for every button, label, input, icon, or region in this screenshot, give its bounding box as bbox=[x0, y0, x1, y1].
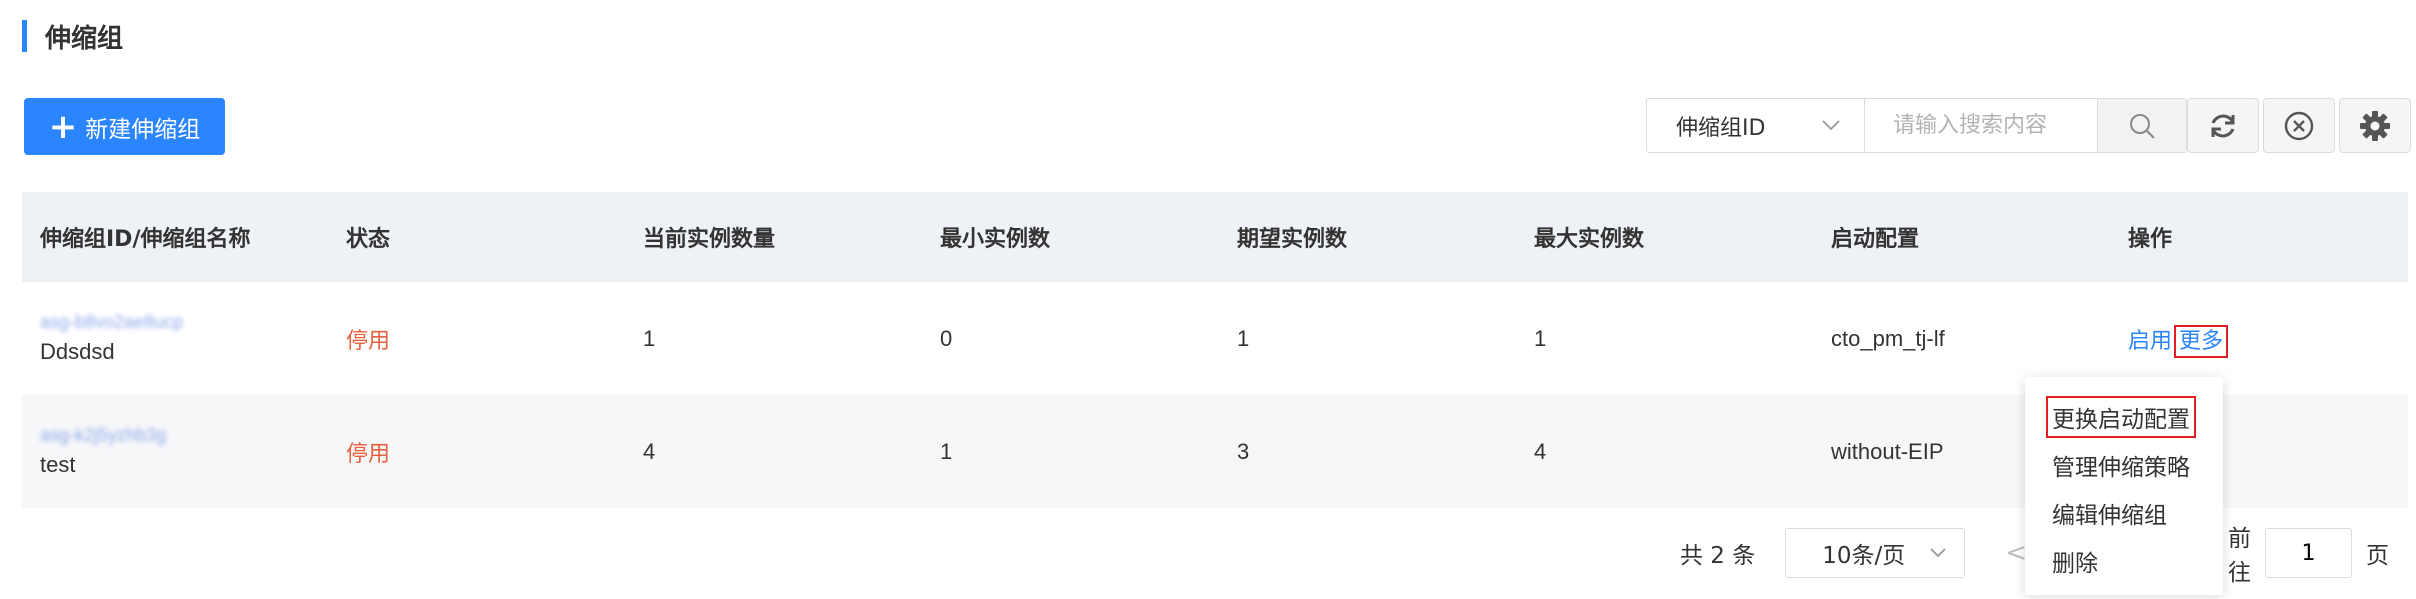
more-link[interactable]: 更多 bbox=[2174, 324, 2229, 358]
close-circle-icon bbox=[2284, 111, 2314, 140]
refresh-icon bbox=[2211, 114, 2235, 137]
title-accent-bar bbox=[22, 20, 27, 52]
chevron-down-icon bbox=[1822, 120, 1840, 131]
group-name: Ddsdsd bbox=[40, 339, 115, 364]
search-field-value: 伸缩组ID bbox=[1676, 115, 1766, 141]
goto-page-input[interactable] bbox=[2265, 528, 2352, 578]
chevron-down-icon bbox=[1930, 548, 1946, 558]
create-scaling-group-button[interactable]: + 新建伸缩组 bbox=[24, 98, 225, 155]
search-button[interactable] bbox=[2097, 99, 2186, 152]
search-icon bbox=[2130, 113, 2155, 139]
column-header: 最小实例数 bbox=[922, 192, 1219, 282]
max-count-cell: 1 bbox=[1516, 282, 1813, 395]
id-name-cell: asg-b8vo2ae8ucp Ddsdsd bbox=[22, 282, 328, 395]
min-count-cell: 1 bbox=[922, 395, 1219, 508]
desired-count-cell: 1 bbox=[1219, 282, 1516, 395]
more-actions-dropdown: 更换启动配置 管理伸缩策略 编辑伸缩组 删除 bbox=[2025, 377, 2223, 595]
column-header: 最大实例数 bbox=[1516, 192, 1813, 282]
goto-page: 前往 页 bbox=[2228, 519, 2389, 587]
total-count: 共 2 条 bbox=[1680, 543, 1756, 569]
settings-button[interactable] bbox=[2339, 98, 2411, 153]
clear-button[interactable] bbox=[2263, 98, 2335, 153]
page-title: 伸缩组 bbox=[22, 16, 123, 56]
create-button-label: 新建伸缩组 bbox=[85, 116, 201, 143]
menu-item-edit-group[interactable]: 编辑伸缩组 bbox=[2025, 489, 2223, 537]
column-header: 伸缩组ID/伸缩组名称 bbox=[22, 192, 328, 282]
search-input[interactable] bbox=[1865, 99, 2097, 152]
gear-icon bbox=[2360, 110, 2390, 141]
search-group: 伸缩组ID bbox=[1646, 98, 2187, 153]
page-title-text: 伸缩组 bbox=[45, 23, 124, 54]
current-count-cell: 4 bbox=[625, 395, 922, 508]
page-size-select[interactable]: 10条/页 bbox=[1785, 528, 1966, 578]
menu-item-manage-policies[interactable]: 管理伸缩策略 bbox=[2025, 441, 2223, 489]
search-field-select[interactable]: 伸缩组ID bbox=[1647, 99, 1865, 152]
column-header: 启动配置 bbox=[1813, 192, 2110, 282]
column-header: 当前实例数量 bbox=[625, 192, 922, 282]
table-header-row: 伸缩组ID/伸缩组名称 状态 当前实例数量 最小实例数 期望实例数 最大实例数 … bbox=[22, 192, 2408, 282]
desired-count-cell: 3 bbox=[1219, 395, 1516, 508]
menu-item-delete[interactable]: 删除 bbox=[2025, 537, 2223, 585]
prev-page-button[interactable]: < bbox=[2005, 538, 2027, 568]
current-count-cell: 1 bbox=[625, 282, 922, 395]
page-unit-label: 页 bbox=[2366, 543, 2389, 569]
menu-item-change-launch-config[interactable]: 更换启动配置 bbox=[2025, 393, 2223, 441]
group-name: test bbox=[40, 452, 76, 477]
enable-link[interactable]: 启用 bbox=[2128, 329, 2172, 354]
goto-label: 前往 bbox=[2228, 526, 2251, 586]
status-badge: 停用 bbox=[346, 441, 391, 467]
id-name-cell: asg-k2j5yzhb3g test bbox=[22, 395, 328, 508]
pagination: 共 2 条 10条/页 < 前往 页 bbox=[1680, 526, 2389, 586]
column-header: 操作 bbox=[2110, 192, 2408, 282]
refresh-button[interactable] bbox=[2187, 98, 2259, 153]
min-count-cell: 0 bbox=[922, 282, 1219, 395]
max-count-cell: 4 bbox=[1516, 395, 1813, 508]
column-header: 状态 bbox=[328, 192, 625, 282]
group-id-link[interactable]: asg-b8vo2ae8ucp bbox=[40, 312, 328, 333]
page-size-value: 10条/页 bbox=[1822, 543, 1906, 569]
group-id-link[interactable]: asg-k2j5yzhb3g bbox=[40, 425, 328, 446]
status-badge: 停用 bbox=[346, 328, 391, 354]
plus-icon: + bbox=[48, 106, 78, 147]
column-header: 期望实例数 bbox=[1219, 192, 1516, 282]
